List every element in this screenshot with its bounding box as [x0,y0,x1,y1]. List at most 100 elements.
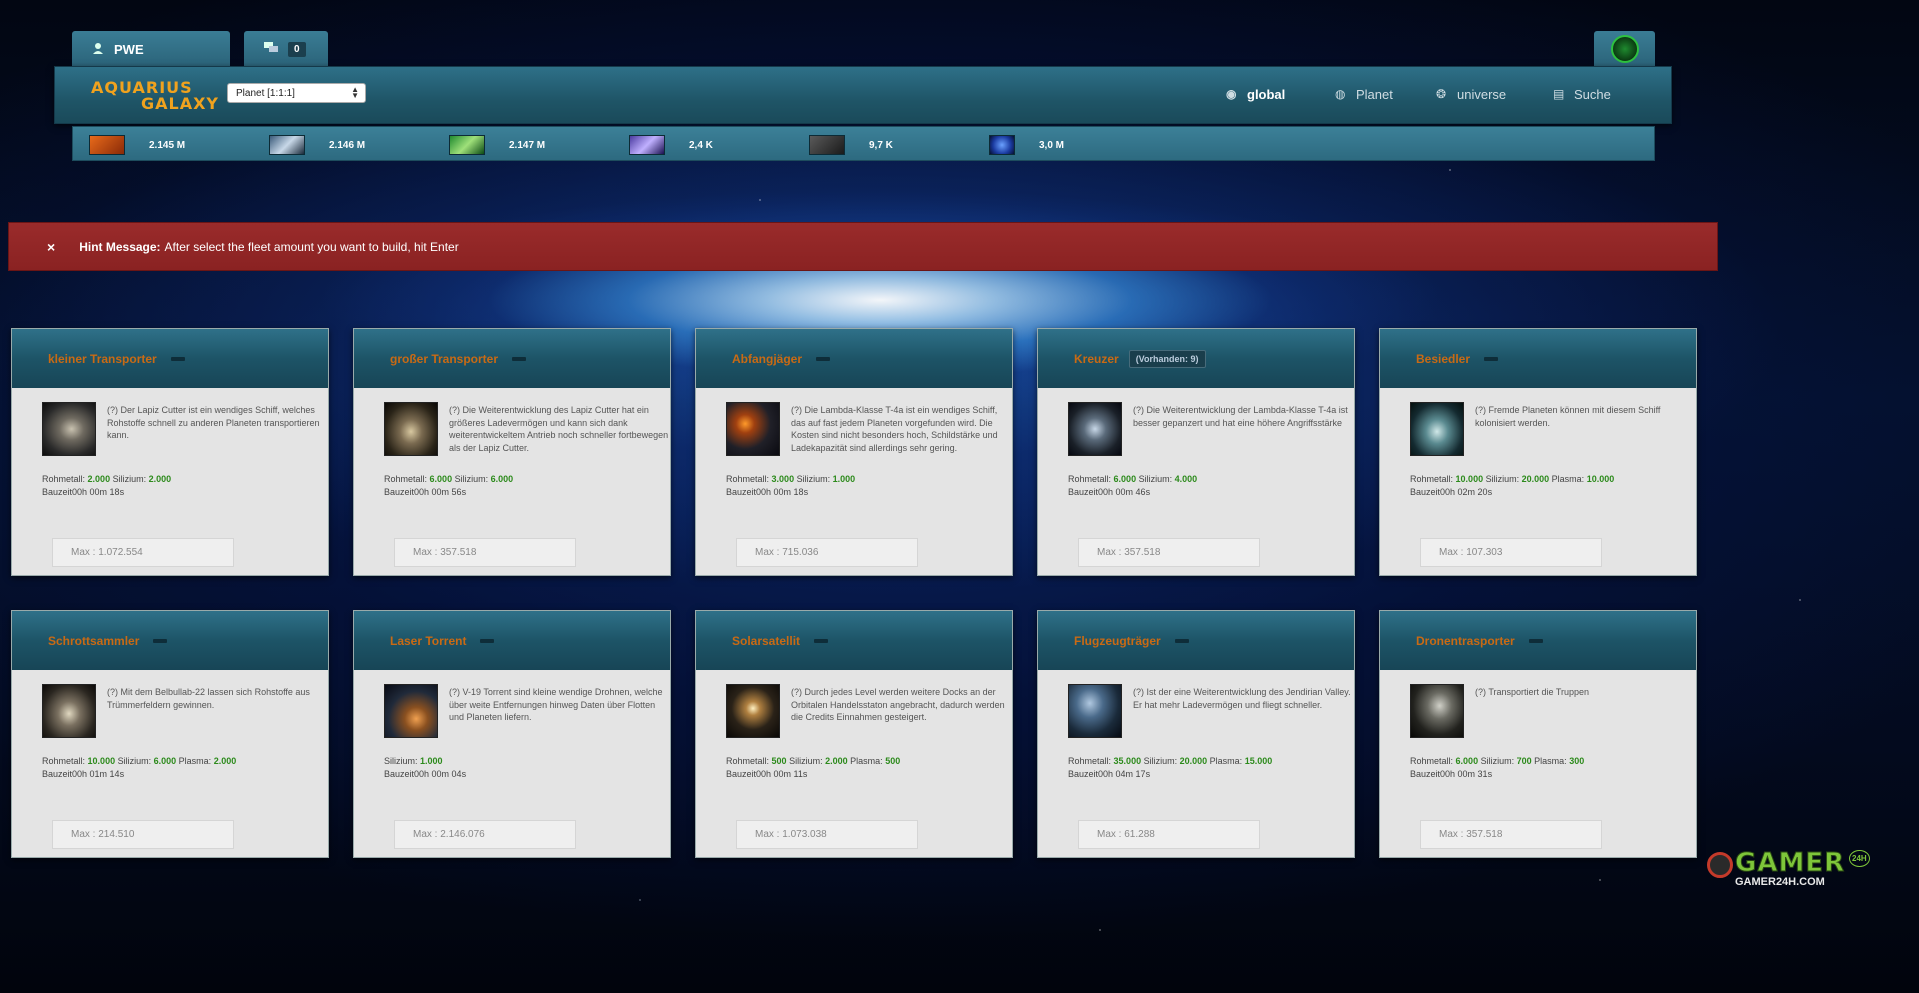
nav-planet-label: Planet [1356,87,1393,102]
resource-value: 2.147 M [509,139,546,151]
ship-cost: Silizium: 1.000 [384,756,443,766]
amount-input[interactable]: Max : 357.518 [1420,820,1602,849]
select-arrows-icon: ▲ ▼ [351,85,359,100]
eye-icon: ◉ [1226,87,1237,101]
ship-description: (?) Fremde Planeten können mit diesem Sc… [1475,405,1661,428]
resource-credits[interactable]: 3,0 M [989,135,1064,155]
ship-cost: Rohmetall: 10.000 Silizium: 20.000 Plasm… [1410,474,1615,484]
resource-value: 2.146 M [329,139,366,151]
hint-text: After select the fleet amount you want t… [164,239,459,254]
resource-bar: 2.145 M 2.146 M 2.147 M 2,4 K 9,7 K 3,0 … [72,126,1655,161]
nav-suche-label: Suche [1574,87,1611,102]
ship-image [726,684,780,738]
message-count-badge: 0 [288,41,306,57]
amount-input[interactable]: Max : 214.510 [52,820,234,849]
close-icon[interactable]: × [47,239,55,255]
ship-cost: Rohmetall: 500 Silizium: 2.000 Plasma: 5… [726,756,901,766]
plasma-icon [449,135,485,155]
radar-tab[interactable] [1594,31,1655,67]
resource-silizium[interactable]: 2.146 M [269,135,365,155]
amount-input[interactable]: Max : 2.146.076 [394,820,576,849]
collapse-icon[interactable] [153,638,168,643]
card-header[interactable]: Dronentrasporter [1380,611,1696,670]
resource-rohmetall[interactable]: 2.145 M [89,135,185,155]
card-body: (?) Die Weiterentwicklung des Lapiz Cutt… [354,388,670,577]
build-time: Bauzeit00h 04m 17s [1068,769,1151,779]
username: PWE [114,41,144,57]
card-header[interactable]: Flugzeugträger [1038,611,1354,670]
resource-value: 2.145 M [149,139,186,151]
build-time: Bauzeit00h 00m 46s [1068,487,1151,497]
amount-input[interactable]: Max : 715.036 [736,538,918,567]
nav-planet[interactable]: ◍ Planet [1335,87,1393,102]
ship-name: Besiedler [1416,351,1471,366]
resource-plasma[interactable]: 2.147 M [449,135,545,155]
collapse-icon[interactable] [1528,638,1543,643]
nav-universe[interactable]: ❂ universe [1436,87,1506,102]
ship-cost: Rohmetall: 6.000 Silizium: 4.000 [1068,474,1198,484]
ship-image [1410,402,1464,456]
ship-image [384,402,438,456]
planet-select-value: Planet [1:1:1] [236,87,295,99]
collapse-icon[interactable] [1174,638,1189,643]
collapse-icon[interactable] [814,638,829,643]
amount-input[interactable]: Max : 107.303 [1420,538,1602,567]
nav-suche[interactable]: ▤ Suche [1553,87,1611,102]
energy-icon [629,135,665,155]
build-time: Bauzeit00h 02m 20s [1410,487,1493,497]
collapse-icon[interactable] [512,356,527,361]
amount-input[interactable]: Max : 357.518 [1078,538,1260,567]
card-header[interactable]: Schrottsammler [12,611,328,670]
logo-line2: GALAXY [141,94,220,113]
build-time: Bauzeit00h 01m 14s [42,769,125,779]
owned-count-badge: (Vorhanden: 9) [1128,349,1206,368]
ship-description: (?) Transportiert die Truppen [1475,687,1590,697]
ship-description: (?) Die Weiterentwicklung des Lapiz Cutt… [449,405,669,453]
card-header[interactable]: Laser Torrent [354,611,670,670]
resource-value: 2,4 K [689,139,713,151]
card-body: (?) Mit dem Belbullab-22 lassen sich Roh… [12,670,328,859]
amount-input[interactable]: Max : 61.288 [1078,820,1260,849]
nav-global[interactable]: ◉ global [1226,87,1285,102]
silizium-icon [269,135,305,155]
ship-card-kreuzer: Kreuzer (Vorhanden: 9) (?) Die Weiterent… [1037,328,1355,576]
ship-description: (?) Ist der eine Weiterentwicklung des J… [1133,687,1351,710]
ship-cost: Rohmetall: 2.000 Silizium: 2.000 [42,474,172,484]
amount-input[interactable]: Max : 357.518 [394,538,576,567]
ship-description: (?) Durch jedes Level werden weitere Doc… [791,687,1005,722]
ship-name: Flugzeugträger [1074,633,1161,648]
ship-card-kleiner-transporter: kleiner Transporter (?) Der Lapiz Cutter… [11,328,329,576]
collapse-icon[interactable] [816,356,831,361]
card-header[interactable]: Abfangjäger [696,329,1012,388]
resource-energy[interactable]: 2,4 K [629,135,713,155]
card-header[interactable]: großer Transporter [354,329,670,388]
build-time: Bauzeit00h 00m 18s [726,487,809,497]
ship-card-grosser-transporter: großer Transporter (?) Die Weiterentwick… [353,328,671,576]
build-time: Bauzeit00h 00m 11s [726,769,808,779]
ship-cost: Rohmetall: 35.000 Silizium: 20.000 Plasm… [1068,756,1273,766]
collapse-icon[interactable] [1484,356,1499,361]
ship-card-flugzeugtraeger: Flugzeugträger (?) Ist der eine Weiteren… [1037,610,1355,858]
card-header[interactable]: Kreuzer (Vorhanden: 9) [1038,329,1354,388]
user-tab[interactable]: PWE [72,31,230,67]
resource-value: 9,7 K [869,139,893,151]
card-header[interactable]: kleiner Transporter [12,329,328,388]
planet-select[interactable]: Planet [1:1:1] ▲ ▼ [227,83,366,103]
card-body: (?) Durch jedes Level werden weitere Doc… [696,670,1012,859]
collapse-icon[interactable] [170,356,185,361]
amount-input[interactable]: Max : 1.073.038 [736,820,918,849]
universe-icon: ❂ [1436,87,1447,101]
nav-global-label: global [1247,87,1286,102]
card-header[interactable]: Solarsatellit [696,611,1012,670]
ship-card-schrottsammler: Schrottsammler (?) Mit dem Belbullab-22 … [11,610,329,858]
ship-name: Solarsatellit [732,633,801,648]
resource-ore[interactable]: 9,7 K [809,135,893,155]
ship-card-dronentrasporter: Dronentrasporter (?) Transportiert die T… [1379,610,1697,858]
amount-input[interactable]: Max : 1.072.554 [52,538,234,567]
aquarius-galaxy-logo[interactable]: AQUARIUS GALAXY [91,78,233,114]
collapse-icon[interactable] [480,638,495,643]
hint-message: × Hint Message: After select the fleet a… [8,222,1718,271]
messages-tab[interactable]: 0 [244,31,328,67]
ship-image [42,402,96,456]
card-header[interactable]: Besiedler [1380,329,1696,388]
